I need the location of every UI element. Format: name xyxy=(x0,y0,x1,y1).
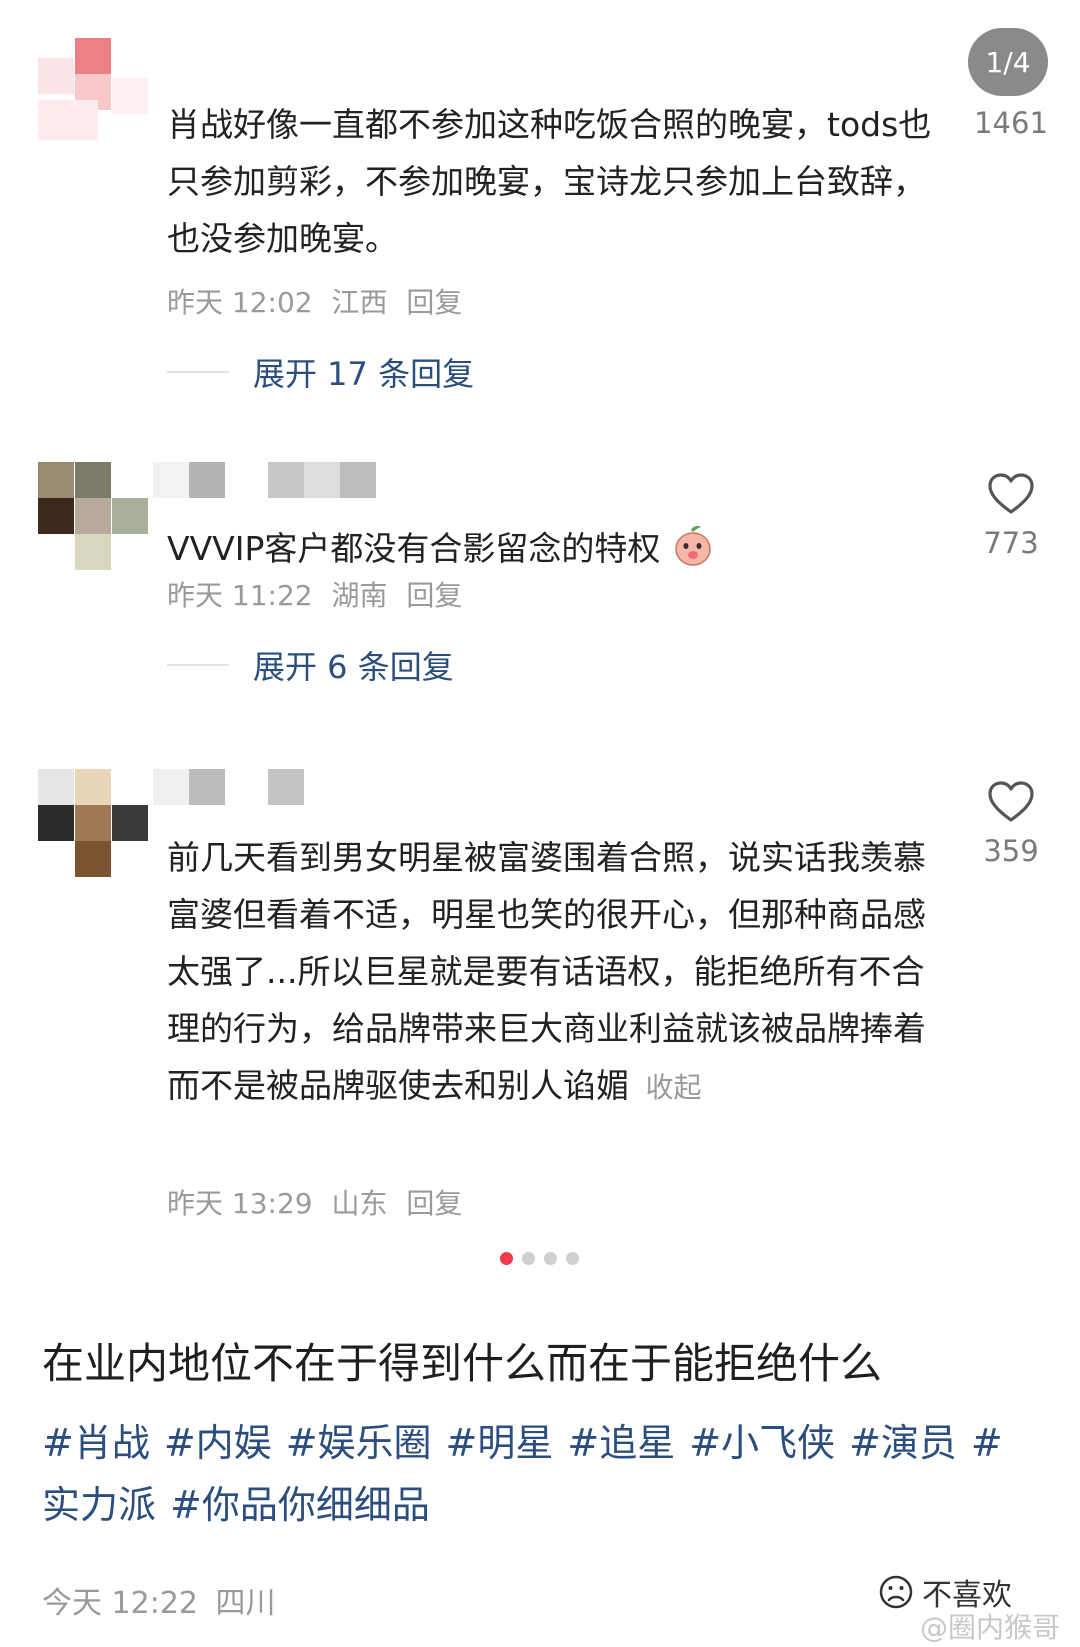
carousel-dot[interactable] xyxy=(522,1252,535,1265)
divider xyxy=(167,664,229,666)
hashtag[interactable]: #肖战 xyxy=(42,1421,150,1465)
comment-text: VVVIP客户都没有合影留念的特权 xyxy=(167,520,937,577)
comment-location: 江西 xyxy=(331,286,388,319)
sad-face-icon xyxy=(879,1575,913,1609)
watermark: @圈内猴哥 xyxy=(920,1611,1061,1644)
comment-text-content: VVVIP客户都没有合影留念的特权 xyxy=(167,529,661,568)
comment-text-content: 前几天看到男女明星被富婆围着合照，说实话我羡慕富婆但看着不适，明星也笑的很开心，… xyxy=(167,838,926,1105)
like-count: 773 xyxy=(983,526,1039,560)
expand-replies[interactable]: 展开 6 条回复 xyxy=(167,642,454,688)
comment-time: 昨天 13:29 xyxy=(167,1187,313,1220)
expand-replies[interactable]: 展开 17 条回复 xyxy=(167,349,474,395)
comment-meta: 昨天 11:22 湖南 回复 xyxy=(167,574,472,614)
like-count: 359 xyxy=(983,834,1039,868)
comment-location: 湖南 xyxy=(331,579,388,612)
collapse-button[interactable]: 收起 xyxy=(646,1071,702,1104)
expand-replies-label[interactable]: 展开 6 条回复 xyxy=(253,642,454,688)
comment-text: 前几天看到男女明星被富婆围着合照，说实话我羡慕富婆但看着不适，明星也笑的很开心，… xyxy=(167,829,937,1116)
hashtag-list: #肖战 #内娱 #娱乐圈 #明星 #追星 #小飞侠 #演员 #实力派 #你品你细细品 xyxy=(42,1412,1032,1536)
reply-button[interactable]: 回复 xyxy=(406,1187,462,1220)
comment-location: 山东 xyxy=(331,1187,388,1220)
comment-time: 昨天 12:02 xyxy=(167,286,313,319)
post-time: 今天 12:22 xyxy=(42,1586,198,1621)
reply-button[interactable]: 回复 xyxy=(406,286,462,319)
divider xyxy=(167,371,229,373)
carousel-dot-active[interactable] xyxy=(500,1252,513,1265)
carousel-dot[interactable] xyxy=(544,1252,557,1265)
heart-outline-icon[interactable] xyxy=(987,780,1035,824)
heart-outline-icon[interactable] xyxy=(987,472,1035,516)
comment-meta: 昨天 12:02 江西 回复 xyxy=(167,281,472,321)
post-location: 四川 xyxy=(215,1586,276,1621)
carousel-dot[interactable] xyxy=(566,1252,579,1265)
comment-time: 昨天 11:22 xyxy=(167,579,313,612)
hashtag[interactable]: #娱乐圈 xyxy=(286,1421,432,1465)
like-control[interactable]: 773 xyxy=(956,472,1066,560)
hashtag[interactable]: #内娱 xyxy=(164,1421,272,1465)
expand-replies-label[interactable]: 展开 17 条回复 xyxy=(253,349,474,395)
post-meta: 今天 12:22 四川 xyxy=(42,1578,276,1622)
avatar[interactable] xyxy=(38,769,148,879)
avatar[interactable] xyxy=(38,38,148,148)
comment-text: 肖战好像一直都不参加这种吃饭合照的晚宴，tods也只参加剪彩，不参加晚宴，宝诗龙… xyxy=(167,105,932,258)
hashtag[interactable]: #明星 xyxy=(446,1421,554,1465)
like-count: 1461 xyxy=(974,106,1048,140)
like-control[interactable]: 359 xyxy=(956,780,1066,868)
peach-emoji-icon xyxy=(675,526,711,566)
post-title: 在业内地位不在于得到什么而在于能拒绝什么 xyxy=(42,1339,883,1388)
hashtag[interactable]: #追星 xyxy=(567,1421,675,1465)
hashtag[interactable]: #演员 xyxy=(849,1421,957,1465)
image-pager-indicator: 1/4 xyxy=(968,28,1048,96)
reply-button[interactable]: 回复 xyxy=(406,579,462,612)
avatar[interactable] xyxy=(38,462,148,572)
hashtag[interactable]: #小飞侠 xyxy=(689,1421,835,1465)
comment-meta: 昨天 13:29 山东 回复 xyxy=(167,1182,472,1222)
carousel-indicator[interactable] xyxy=(500,1252,579,1265)
hashtag[interactable]: #你品你细细品 xyxy=(170,1483,430,1527)
